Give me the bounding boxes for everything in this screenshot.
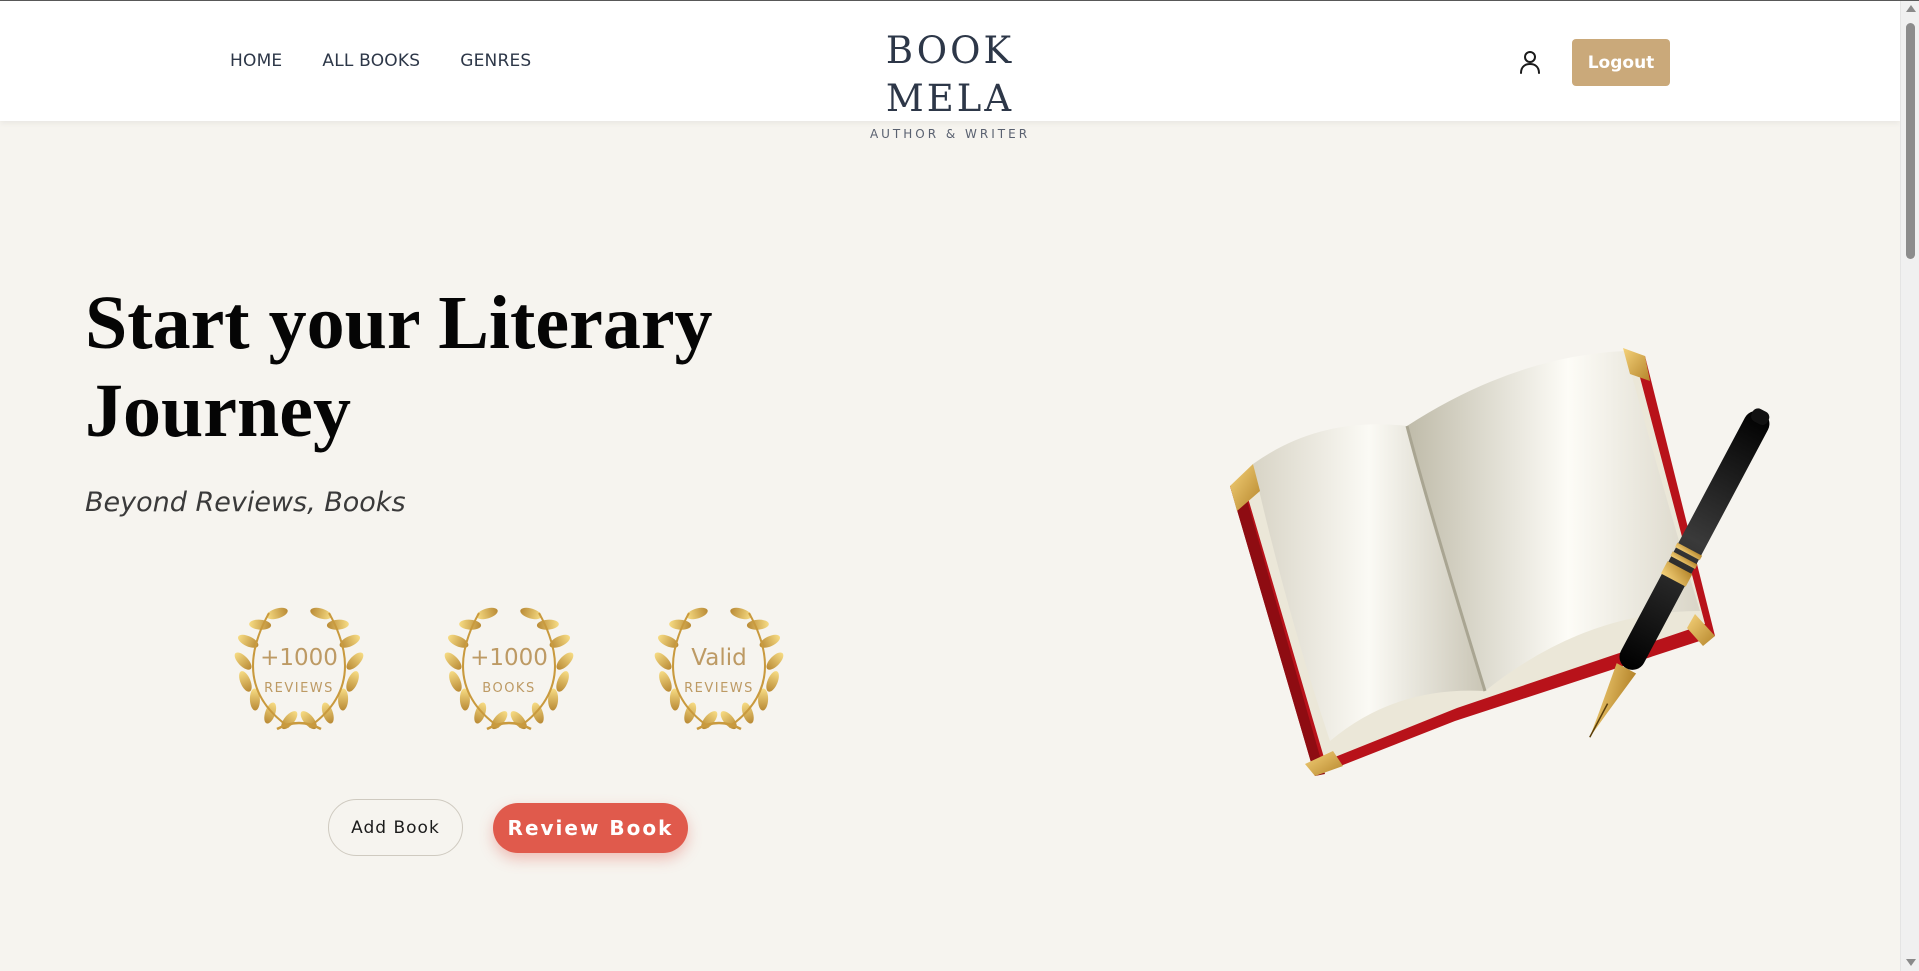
laurel-leaf [701,711,718,730]
nav-all-books-link[interactable]: ALL BOOKS [322,51,420,71]
laurel-leaf [326,619,349,630]
laurel-leaf [510,711,527,730]
nav-home-link[interactable]: HOME [230,51,282,71]
laurel-leaf [720,711,737,730]
laurel-wreath-icon [654,607,784,731]
badge-reviews-count: +1000 REVIEWS [225,603,373,739]
hero-subtitle: Beyond Reviews, Books [85,487,406,518]
scroll-down-arrow-icon[interactable] [1906,959,1916,966]
brand-logo[interactable]: BOOK MELA AUTHOR & WRITER [815,27,1085,141]
laurel-leaf [491,711,508,730]
laurel-leaf [459,619,482,630]
laurel-leaf [746,619,769,630]
hero-title-line1: Start your Literary [85,281,713,365]
laurel-leaf [300,711,317,730]
brand-subtitle: AUTHOR & WRITER [869,127,1031,141]
badge-value: +1000 [260,645,338,671]
page-scrollbar[interactable] [1900,1,1919,971]
laurel-wreath-icon [444,607,574,731]
laurel-leaf [669,619,692,630]
badge-label: BOOKS [482,681,536,696]
logout-button[interactable]: Logout [1572,39,1670,86]
badge-valid-reviews: Valid REVIEWS [645,603,793,739]
laurel-leaf [281,711,298,730]
badge-value: Valid [691,645,747,671]
brand-title: BOOK MELA [885,29,1015,120]
badge-label: REVIEWS [684,681,754,696]
review-book-button[interactable]: Review Book [493,803,688,853]
badge-label: REVIEWS [264,681,334,696]
laurel-leaf [249,619,272,630]
badge-value: +1000 [470,645,548,671]
laurel-wreath-icon [234,607,364,731]
open-book-illustration [1230,348,1770,776]
site-header: HOME ALL BOOKS GENRES BOOK MELA AUTHOR &… [0,1,1900,141]
laurel-leaf [536,619,559,630]
main-nav: HOME ALL BOOKS GENRES [230,51,531,71]
user-icon[interactable] [1518,49,1542,75]
scroll-up-arrow-icon[interactable] [1906,5,1916,12]
add-book-button[interactable]: Add Book [328,799,463,856]
nav-genres-link[interactable]: GENRES [460,51,531,71]
scrollbar-thumb[interactable] [1906,23,1915,259]
badge-books-count: +1000 BOOKS [435,603,583,739]
hero-title-line2: Journey [85,369,351,453]
hero-title: Start your Literary Journey [85,279,805,455]
